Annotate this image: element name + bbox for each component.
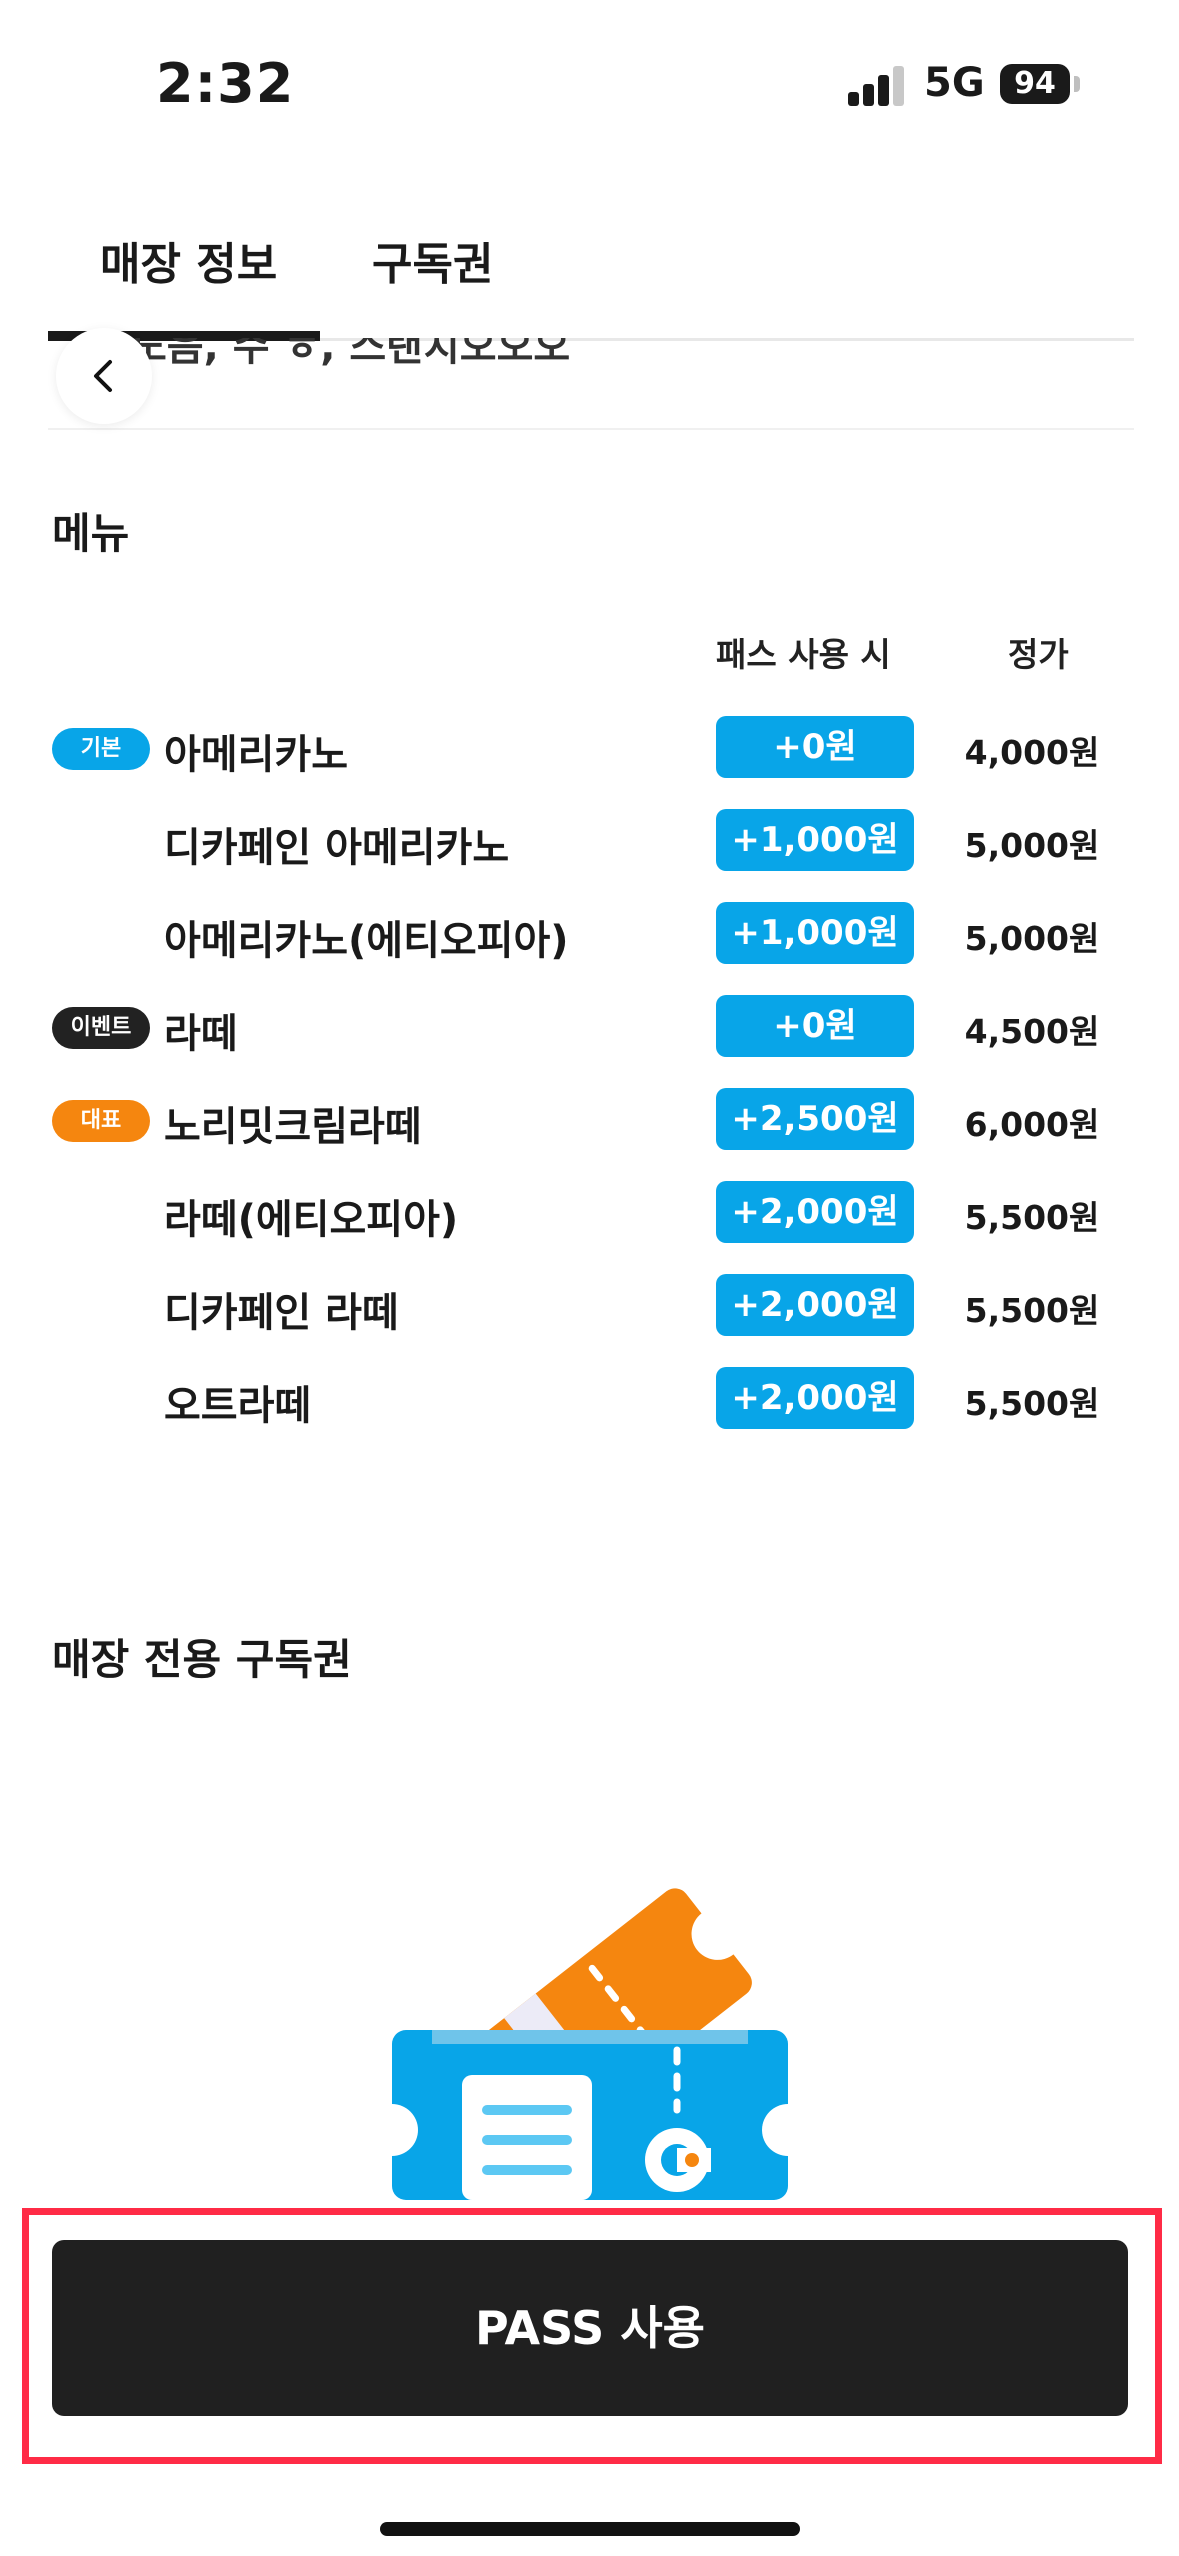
ticket-illustration-icon	[392, 1888, 792, 2200]
status-bar: 2:32 5G 94	[0, 0, 1179, 170]
menu-item-name: 디카페인 아메리카노	[164, 825, 510, 871]
home-indicator	[380, 2522, 800, 2536]
tab-subscription[interactable]: 구독권	[372, 228, 493, 292]
badge-basic: 기본	[52, 728, 150, 770]
regular-price: 4,500원	[964, 1012, 1100, 1051]
menu-item: 아메리카노(에티오피아) +1,000원 5,000원	[52, 902, 1132, 964]
pass-price: +2,000원	[716, 1181, 914, 1243]
regular-price: 4,000원	[964, 733, 1100, 772]
tab-bar: 매장 정보 구독권	[48, 210, 1134, 341]
menu-item-name: 노리밋크림라떼	[164, 1104, 422, 1150]
signal-icon	[848, 66, 906, 106]
menu-item: 디카페인 아메리카노 +1,000원 5,000원	[52, 809, 1132, 871]
menu-item: 라떼(에티오피아) +2,000원 5,500원	[52, 1181, 1132, 1243]
badge-signature: 대표	[52, 1100, 150, 1142]
regular-price: 5,000원	[964, 919, 1100, 958]
pass-price-column-header: 패스 사용 시	[716, 635, 891, 674]
store-subscription-title: 매장 전용 구독권	[52, 1635, 352, 1684]
menu-section-title: 메뉴	[52, 509, 130, 558]
menu-item-name: 디카페인 라떼	[164, 1290, 399, 1336]
chevron-left-icon	[94, 360, 112, 392]
store-info-partial-row: 노음, 수 ㅎ, 스탠치오오오	[48, 338, 1134, 430]
menu-item: 대표 노리밋크림라떼 +2,500원 6,000원	[52, 1088, 1132, 1150]
pass-price: +2,500원	[716, 1088, 914, 1150]
menu-item: 오트라떼 +2,000원 5,500원	[52, 1367, 1132, 1429]
regular-price: 6,000원	[964, 1105, 1100, 1144]
menu-item-name: 오트라떼	[164, 1383, 312, 1429]
badge-event: 이벤트	[52, 1007, 150, 1049]
network-type: 5G	[924, 60, 985, 106]
regular-price-column-header: 정가	[1008, 635, 1069, 674]
partial-info-text: 노음, 수 ㅎ, 스탠치오오오	[130, 338, 571, 370]
battery-icon: 94	[1000, 64, 1070, 104]
menu-item: 기본 아메리카노 +0원 4,000원	[52, 716, 1132, 778]
menu-item-name: 라떼	[164, 1011, 238, 1057]
pass-price: +1,000원	[716, 809, 914, 871]
pass-price: +0원	[716, 995, 914, 1057]
tab-store-info[interactable]: 매장 정보	[100, 228, 277, 292]
regular-price: 5,500원	[964, 1198, 1100, 1237]
pass-price: +2,000원	[716, 1367, 914, 1429]
pass-price: +1,000원	[716, 902, 914, 964]
menu-item-name: 아메리카노	[164, 732, 348, 778]
regular-price: 5,000원	[964, 826, 1100, 865]
pass-use-button[interactable]: PASS 사용	[52, 2240, 1128, 2416]
battery-tip	[1074, 76, 1080, 92]
pass-price: +2,000원	[716, 1274, 914, 1336]
menu-item-name: 아메리카노(에티오피아)	[164, 918, 569, 964]
menu-item: 이벤트 라떼 +0원 4,500원	[52, 995, 1132, 1057]
menu-item-name: 라떼(에티오피아)	[164, 1197, 459, 1243]
menu-item: 디카페인 라떼 +2,000원 5,500원	[52, 1274, 1132, 1336]
status-time: 2:32	[156, 52, 295, 115]
regular-price: 5,500원	[964, 1384, 1100, 1423]
pass-price: +0원	[716, 716, 914, 778]
regular-price: 5,500원	[964, 1291, 1100, 1330]
back-button[interactable]	[56, 328, 152, 424]
